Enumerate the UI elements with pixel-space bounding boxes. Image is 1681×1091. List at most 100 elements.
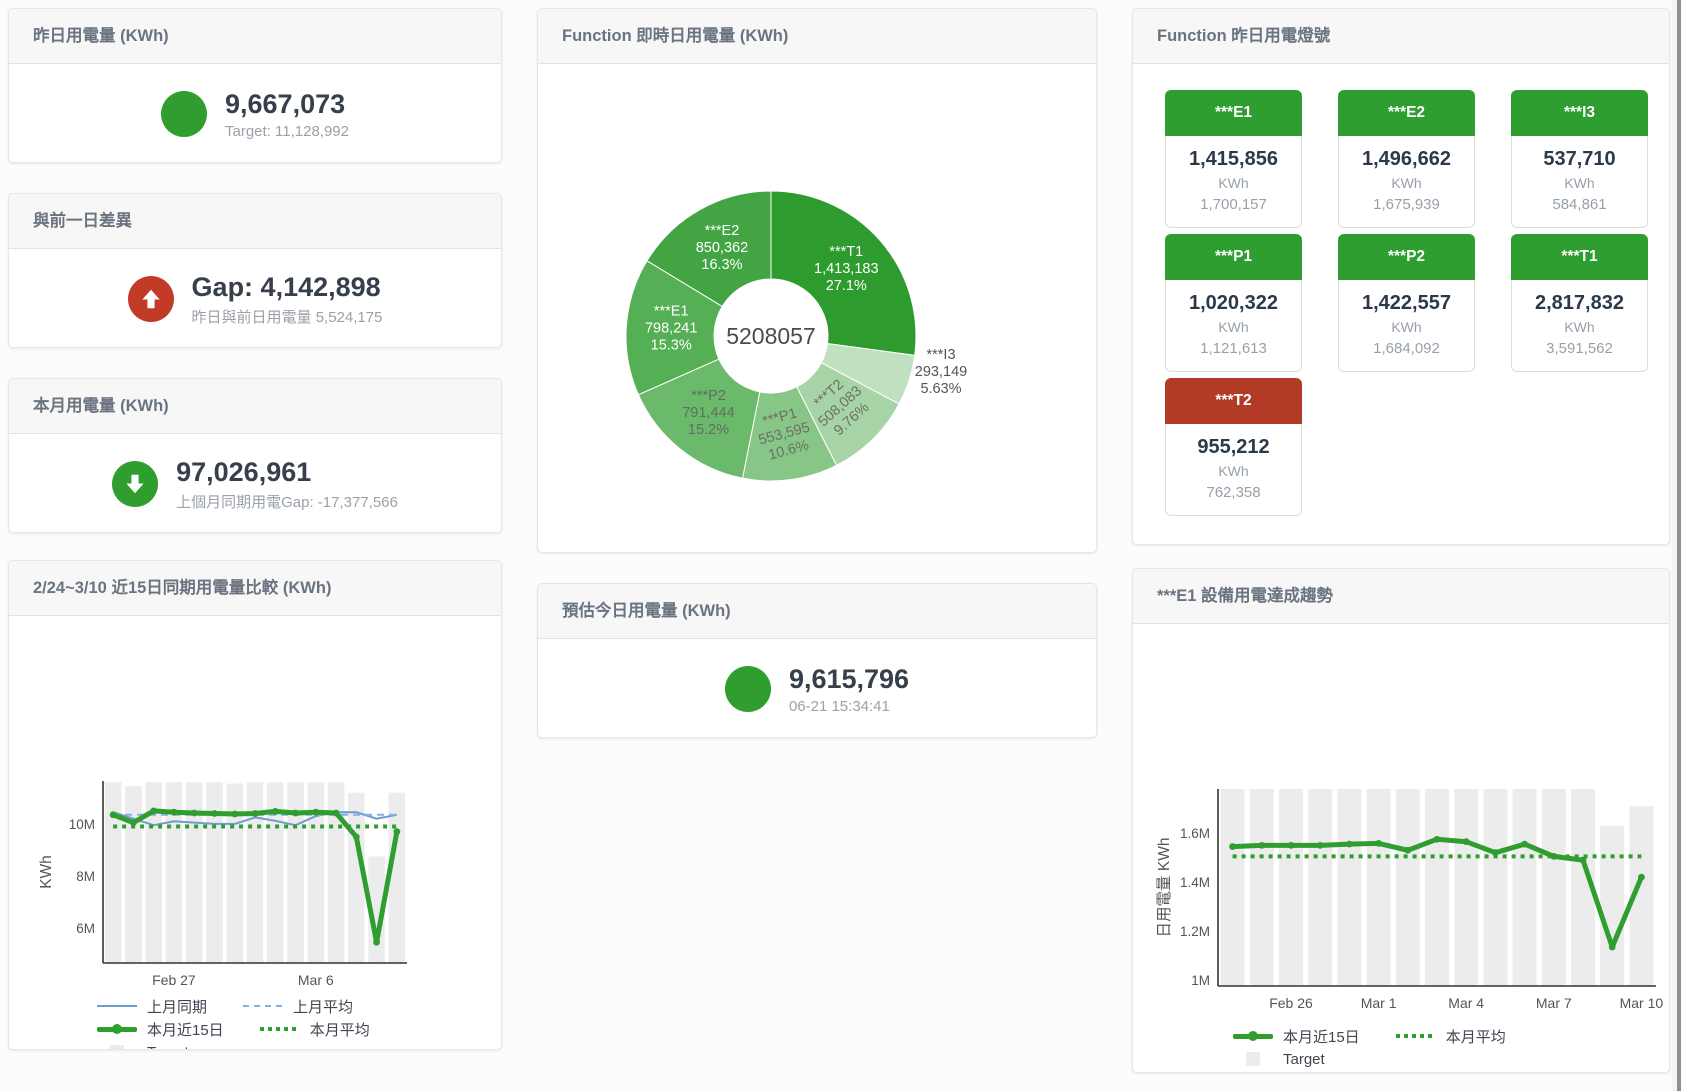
series-point — [1609, 944, 1616, 951]
lamp-tile-unit: KWh — [1168, 317, 1299, 337]
usage-comparison-title: 2/24~3/10 近15日同期用電量比較 (KWh) — [9, 561, 501, 616]
lamp-tile-target: 584,861 — [1514, 193, 1645, 216]
target-bar — [105, 782, 122, 963]
yesterday-usage-card: 昨日用電量 (KWh) 9,667,073 Target: 11,128,992 — [8, 8, 502, 163]
lamp-tile-p1: ***P1 1,020,322KWh1,121,613 — [1165, 234, 1302, 372]
lamp-grid: ***E1 1,415,856KWh1,700,157 ***E2 1,496,… — [1165, 90, 1669, 516]
middle-column: Function 即時日用電量 (KWh) ***T11,413,18327.1… — [537, 8, 1097, 738]
series-point — [1521, 841, 1528, 848]
gap-prev-day-card: 與前一日差異 Gap: 4,142,898 昨日與前日用電量 5,524,175 — [8, 193, 502, 348]
lamp-tile-target: 1,700,157 — [1168, 193, 1299, 216]
y-tick-label: 1.6M — [1180, 826, 1210, 841]
x-tick-label: Mar 1 — [1361, 995, 1397, 1011]
target-bar — [328, 782, 345, 963]
usage-comparison-card: 2/24~3/10 近15日同期用電量比較 (KWh) 6M 8M 10M Feb 2… — [8, 560, 502, 1050]
arrow-down-icon — [122, 471, 148, 497]
y-tick-label: 6M — [76, 921, 95, 936]
series-point — [1434, 836, 1441, 843]
x-tick-label: Mar 7 — [1536, 995, 1572, 1011]
target-bar — [1367, 789, 1391, 986]
legend-item-target[interactable]: Target — [1233, 1051, 1325, 1068]
series-point — [171, 809, 178, 816]
legend-item-this-month-15d[interactable]: 本月近15日 — [1233, 1026, 1360, 1047]
target-bar — [1308, 789, 1332, 986]
blue-dashed-swatch — [243, 1005, 283, 1007]
series-point — [1346, 841, 1353, 848]
lamp-tile-unit: KWh — [1168, 173, 1299, 193]
series-point — [1258, 842, 1265, 849]
lamp-tile-header: ***E1 — [1165, 90, 1302, 136]
y-tick-label: 10M — [69, 817, 95, 832]
target-bar — [1337, 789, 1361, 986]
scrollbar-track[interactable] — [1672, 0, 1681, 1091]
legend-label: Target — [1283, 1051, 1325, 1068]
lamp-tile-header: ***P2 — [1338, 234, 1475, 280]
right-column: Function 昨日用電燈號 ***E1 1,415,856KWh1,700,… — [1132, 8, 1670, 1073]
lamp-tile-header: ***P1 — [1165, 234, 1302, 280]
series-point — [1317, 842, 1324, 849]
x-tick-label: Feb 27 — [152, 972, 196, 988]
series-point — [1229, 843, 1236, 850]
lamp-status-card: Function 昨日用電燈號 ***E1 1,415,856KWh1,700,… — [1132, 8, 1670, 545]
legend-item-last-month-average[interactable]: 上月平均 — [243, 996, 353, 1017]
arrow-up-circle-icon — [128, 276, 174, 322]
month-usage-value: 97,026,961 — [176, 456, 398, 488]
series-point — [1580, 857, 1587, 864]
legend-item-this-month-15d[interactable]: 本月近15日 — [97, 1019, 224, 1040]
target-bar — [1454, 789, 1478, 986]
estimate-today-value: 9,615,796 — [789, 663, 909, 695]
green-dotted-swatch — [1396, 1034, 1436, 1038]
lamp-tile-header: ***T2 — [1165, 378, 1302, 424]
estimate-today-timestamp: 06-21 15:34:41 — [789, 698, 909, 715]
lamp-tile-t2: ***T2 955,212KWh762,358 — [1165, 378, 1302, 516]
e1-trend-title: ***E1 設備用電達成趨勢 — [1133, 569, 1669, 624]
series-point — [130, 819, 137, 826]
target-bar — [125, 786, 142, 963]
lamp-tile-i3: ***I3 537,710KWh584,861 — [1511, 90, 1648, 228]
green-line-swatch — [1233, 1034, 1273, 1039]
legend-item-this-month-average[interactable]: 本月平均 — [1396, 1026, 1506, 1047]
y-tick-label: 8M — [76, 869, 95, 884]
donut-center-total: 5208057 — [726, 323, 816, 349]
yesterday-usage-target: Target: 11,128,992 — [225, 123, 349, 140]
series-point — [393, 828, 400, 835]
target-bar — [226, 784, 243, 963]
target-bar — [389, 793, 406, 963]
legend-label: 上月平均 — [293, 996, 353, 1017]
series-point — [191, 810, 198, 817]
yesterday-usage-title: 昨日用電量 (KWh) — [9, 9, 501, 64]
stat-text: 9,615,796 06-21 15:34:41 — [789, 663, 909, 715]
realtime-usage-card: Function 即時日用電量 (KWh) ***T11,413,18327.1… — [537, 8, 1097, 553]
arrow-up-icon — [138, 286, 164, 312]
legend-item-last-month-same-period[interactable]: 上月同期 — [97, 996, 207, 1017]
y-axis-label: KWh — [38, 855, 55, 889]
status-circle-green — [161, 91, 207, 137]
y-tick-label: 1.2M — [1180, 924, 1210, 939]
arrow-down-circle-icon — [112, 461, 158, 507]
legend-item-this-month-average[interactable]: 本月平均 — [260, 1019, 370, 1040]
y-tick-label: 1.4M — [1180, 875, 1210, 890]
target-bar — [247, 782, 264, 963]
gray-square-swatch — [110, 1045, 124, 1050]
target-bar — [206, 782, 223, 963]
x-tick-label: Mar 10 — [1620, 995, 1664, 1011]
gap-prev-day-value: Gap: 4,142,898 — [192, 271, 383, 303]
blue-line-swatch — [97, 1005, 137, 1007]
scrollbar-thumb[interactable] — [1677, 0, 1681, 1091]
series-point — [252, 810, 259, 817]
series-point — [1463, 838, 1470, 845]
lamp-tile-target: 1,675,939 — [1341, 193, 1472, 216]
green-dotted-swatch — [260, 1027, 300, 1031]
series-point — [1550, 853, 1557, 860]
target-bar — [1513, 789, 1537, 986]
lamp-tile-value: 1,415,856 — [1168, 145, 1299, 173]
series-point — [1375, 840, 1382, 847]
stat-text: 9,667,073 Target: 11,128,992 — [225, 88, 349, 140]
e1-trend-legend: 本月近15日 本月平均 Target — [1133, 1025, 1669, 1070]
series-point — [373, 939, 380, 946]
target-bar — [1396, 789, 1420, 986]
legend-item-target[interactable]: Target — [97, 1044, 189, 1051]
legend-label: 本月近15日 — [1283, 1026, 1360, 1047]
target-bar — [1221, 789, 1245, 986]
lamp-tile-target: 1,684,092 — [1341, 337, 1472, 360]
